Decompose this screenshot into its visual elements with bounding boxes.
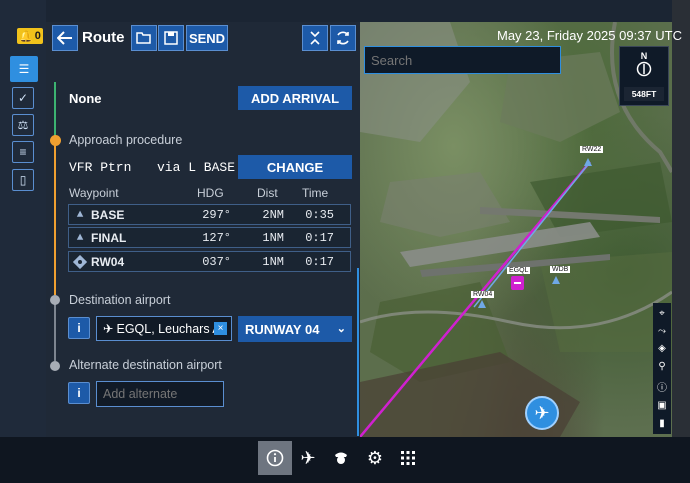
alternate-field[interactable] (96, 381, 224, 407)
collapse-button[interactable] (302, 25, 328, 51)
panel-scrollbar[interactable] (357, 268, 359, 436)
col-dist: Dist (257, 186, 278, 200)
triangle-icon: ▲ (76, 208, 84, 221)
alert-count: 0 (34, 30, 41, 42)
table-row[interactable]: ▲ BASE 297° 2NM 0:35 (68, 204, 351, 225)
info-circle-icon (266, 449, 284, 467)
destination-field[interactable]: ✈ EGQL, Leuchars A × (96, 316, 232, 341)
altitude-readout: 548FT (624, 87, 664, 101)
folder-open-icon (136, 32, 151, 44)
arrow-left-icon (57, 31, 72, 45)
back-button[interactable] (52, 25, 78, 51)
airport-icon: ✈ (103, 322, 114, 336)
weight-button[interactable]: ⚖ (12, 114, 34, 136)
layers-icon[interactable]: ◈ (658, 343, 666, 354)
alert-badge[interactable]: 🔔 0 (17, 28, 43, 44)
info-icon[interactable]: ⓘ (657, 379, 667, 394)
floppy-icon (164, 31, 178, 45)
approach-label: Approach procedure (69, 133, 183, 147)
chevron-down-icon: ⌄ (336, 323, 346, 335)
compass-widget[interactable]: N 548FT (619, 46, 669, 106)
pilot-icon (335, 452, 347, 464)
timeline-approach (54, 145, 56, 295)
top-frame (46, 0, 672, 22)
compass-icon (636, 61, 652, 77)
destination-dot (50, 295, 60, 305)
nav-pilot-button[interactable] (324, 441, 358, 475)
datetime: May 23, Friday 2025 09:37 UTC (497, 28, 682, 43)
approach-dot (50, 135, 61, 146)
crosshair-icon[interactable]: ⌖ (659, 308, 665, 319)
map-label-rw22: RW22 (580, 146, 604, 153)
triangle-icon: ▲ (76, 231, 84, 244)
col-waypoint: Waypoint (69, 186, 119, 200)
runway-icon (69, 254, 91, 269)
clipboard-button[interactable]: ▯ (12, 169, 34, 191)
nav-apps-button[interactable] (391, 441, 425, 475)
collapse-icon (310, 31, 320, 45)
search-field[interactable] (364, 46, 561, 74)
destination-info-button[interactable]: i (68, 317, 90, 339)
save-button[interactable] (158, 25, 184, 51)
timeline-arrival (54, 82, 56, 137)
right-frame (672, 0, 690, 483)
nav-settings-button[interactable]: ⚙ (358, 441, 392, 475)
map-tools: ⌖ ⤳ ◈ ⚲ ⓘ ▣ ▮ (653, 303, 671, 434)
info-icon: i (77, 321, 81, 335)
clipboard-check-icon: ✓ (17, 91, 29, 105)
alternate-label: Alternate destination airport (69, 358, 222, 372)
refresh-button[interactable] (330, 25, 356, 51)
destination-label: Destination airport (69, 293, 171, 307)
clear-icon[interactable]: × (214, 322, 227, 335)
bell-icon: 🔔 (19, 30, 33, 43)
page-title: Route (82, 29, 125, 46)
runway-select[interactable]: RUNWAY 04 ⌄ (238, 316, 352, 342)
open-button[interactable] (131, 25, 157, 51)
alternate-input[interactable] (97, 382, 223, 406)
info-icon: i (77, 386, 81, 400)
add-arrival-button[interactable]: ADD ARRIVAL (238, 86, 352, 110)
nav-flight-button[interactable]: ✈ (291, 441, 325, 475)
route-icon[interactable]: ⤳ (658, 326, 666, 337)
alternate-dot (50, 361, 60, 371)
image-icon[interactable]: ▣ (657, 400, 666, 411)
approach-name: VFR Ptrn (69, 160, 132, 175)
aircraft-position-button[interactable]: ✈ (525, 396, 559, 430)
airplane-icon: ✈ (300, 447, 316, 468)
table-row[interactable]: ▲ FINAL 127° 1NM 0:17 (68, 227, 351, 248)
document-icon: ≡ (19, 145, 27, 159)
gear-icon: ⚙ (366, 447, 384, 468)
search-input[interactable] (365, 47, 560, 73)
airplane-icon: ✈ (534, 402, 550, 423)
approach-via: via L BASE (157, 160, 236, 175)
refresh-icon (337, 31, 349, 45)
timeline-destination (54, 303, 56, 361)
checklist-button[interactable]: ✓ (12, 87, 34, 109)
notes-button[interactable]: ≡ (12, 141, 34, 163)
pin-icon[interactable]: ⚲ (658, 361, 665, 372)
map-label-wdb: WDB (550, 266, 571, 273)
send-button[interactable]: SEND (186, 25, 228, 51)
nav-info-button[interactable] (258, 441, 292, 475)
alternate-info-button[interactable]: i (68, 382, 90, 404)
weight-icon: ⚖ (17, 118, 29, 132)
change-approach-button[interactable]: CHANGE (238, 155, 352, 179)
col-hdg: HDG (197, 186, 224, 200)
table-row[interactable]: RW04 037° 1NM 0:17 (68, 251, 351, 272)
sliders-icon: ☰ (18, 62, 30, 76)
grid-icon (401, 451, 415, 465)
route-settings-button[interactable]: ☰ (10, 56, 38, 82)
arrival-value: None (69, 91, 102, 106)
compass-north-label: N (640, 51, 648, 61)
clipboard-icon: ▯ (19, 173, 27, 187)
col-time: Time (302, 186, 329, 200)
map-label-rw04: RW04 (471, 291, 495, 298)
map-label-egql: EGQL (507, 267, 531, 274)
chart-icon[interactable]: ▮ (659, 418, 665, 429)
